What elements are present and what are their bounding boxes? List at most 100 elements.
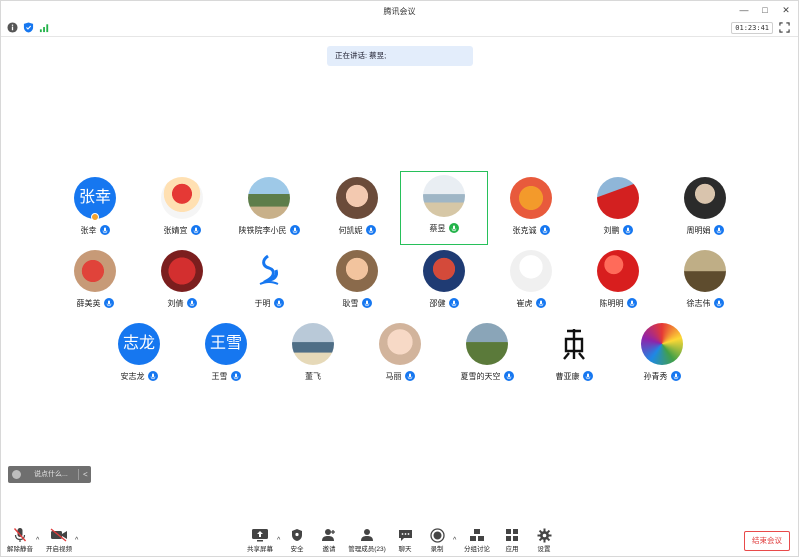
participant-tile[interactable]: 董飞 xyxy=(269,319,357,391)
participant-name: 刘倩 xyxy=(167,298,184,308)
participant-name: 陈明明 xyxy=(599,298,624,308)
title-bar: 腾讯会议 — □ ✕ xyxy=(1,1,798,19)
participant-tile[interactable]: 周明娟 xyxy=(661,173,749,245)
mic-icon xyxy=(713,225,724,235)
shield-icon[interactable] xyxy=(23,22,34,33)
record-icon xyxy=(429,527,445,543)
participant-tile[interactable]: 孙青秀 xyxy=(618,319,706,391)
participant-name-row: 刘鹏 xyxy=(574,223,662,237)
record-options-caret[interactable]: ^ xyxy=(453,537,456,544)
settings-button[interactable]: 设置 xyxy=(533,527,555,557)
balloons-photo xyxy=(641,323,683,365)
meeting-window: 腾讯会议 — □ ✕ 01:23:41 正在讲话: 蔡昱; 张幸 张幸 张婧宜 陕铁院… xyxy=(0,0,799,557)
horses-photo xyxy=(466,323,508,365)
participant-name-row: 董飞 xyxy=(269,369,357,383)
participant-name-row: 邵健 xyxy=(400,296,488,310)
bottom-toolbar: 解除静音 ^ 开启视频 ^ 共享屏幕 ^ 安全 邀请 管理成员(23) 聊天 录… xyxy=(1,525,798,557)
participant-name-row: 刘倩 xyxy=(138,296,226,310)
manage-members-button[interactable]: 管理成员(23) xyxy=(346,527,388,557)
participant-name: 崔虎 xyxy=(516,298,533,308)
invite-button[interactable]: 邀请 xyxy=(318,527,340,557)
mic-icon xyxy=(582,371,593,381)
participant-name-row: 安志龙 xyxy=(95,369,183,383)
participant-name: 孙青秀 xyxy=(643,371,668,381)
mic-speaking-icon xyxy=(448,223,459,233)
share-screen-icon xyxy=(252,529,268,542)
participant-name: 夏雪的天空 xyxy=(460,371,501,381)
participant-tile[interactable]: 邵健 xyxy=(400,246,488,318)
end-meeting-button[interactable]: 结束会议 xyxy=(744,531,790,551)
chat-collapse-button[interactable]: < xyxy=(83,466,88,483)
participant-tile[interactable]: 蔡昱 xyxy=(400,171,488,243)
sea-sunset-photo xyxy=(292,323,334,365)
participant-name-row: 夏雪的天空 xyxy=(443,369,531,383)
participant-tile[interactable]: 王雪 王雪 xyxy=(182,319,270,391)
mic-icon xyxy=(273,298,284,308)
participant-name-row: 徐志伟 xyxy=(661,296,749,310)
chat-button[interactable]: 聊天 xyxy=(394,527,416,557)
chat-label: 聊天 xyxy=(398,546,412,553)
manage-members-label: 管理成员(23) xyxy=(348,546,386,553)
participant-tile[interactable]: 薛美英 xyxy=(51,246,139,318)
participant-tile[interactable]: 于明 xyxy=(225,246,313,318)
audio-options-caret[interactable]: ^ xyxy=(36,537,39,544)
share-screen-button[interactable]: 共享屏幕 xyxy=(245,527,275,557)
participant-name: 张婧宜 xyxy=(163,225,188,235)
participant-tile[interactable]: 何凯妮 xyxy=(313,173,401,245)
plush-toy-photo xyxy=(74,250,116,292)
participant-name: 王雪 xyxy=(211,371,228,381)
participant-tile[interactable]: 刘鹏 xyxy=(574,173,662,245)
participant-tile[interactable]: 耿雪 xyxy=(313,246,401,318)
participant-tile[interactable]: 马丽 xyxy=(356,319,444,391)
close-button[interactable]: ✕ xyxy=(778,1,794,19)
avatar-initials: 王雪 xyxy=(205,323,247,365)
participant-name: 周明娟 xyxy=(686,225,711,235)
security-button[interactable]: 安全 xyxy=(287,527,307,557)
share-options-caret[interactable]: ^ xyxy=(277,537,280,544)
participant-tile[interactable]: 志龙 安志龙 xyxy=(95,319,183,391)
participant-name-row: 孙青秀 xyxy=(618,369,706,383)
participant-tile[interactable]: 张幸 张幸 xyxy=(51,173,139,245)
speaking-banner: 正在讲话: 蔡昱; xyxy=(327,46,473,66)
participant-name-row: 薛美英 xyxy=(51,296,139,310)
participant-tile[interactable]: 陕铁院李小民 xyxy=(225,173,313,245)
breakout-button[interactable]: 分组讨论 xyxy=(461,527,493,557)
maximize-button[interactable]: □ xyxy=(757,1,773,19)
minimize-button[interactable]: — xyxy=(736,1,752,19)
record-button[interactable]: 录制 xyxy=(426,527,448,557)
apps-button[interactable]: 应用 xyxy=(501,527,523,557)
chat-input[interactable]: 说点什么... < xyxy=(8,466,91,483)
participant-tile[interactable]: 曹亚康 xyxy=(530,319,618,391)
participant-name: 徐志伟 xyxy=(686,298,711,308)
participant-tile[interactable]: 张克诚 xyxy=(487,173,575,245)
participant-name-row: 于明 xyxy=(225,296,313,310)
video-options-caret[interactable]: ^ xyxy=(75,537,78,544)
chat-placeholder: 说点什么... xyxy=(34,471,68,478)
participant-tile[interactable]: 陈明明 xyxy=(574,246,662,318)
participant-tile[interactable]: 崔虎 xyxy=(487,246,575,318)
participant-name: 耿雪 xyxy=(342,298,359,308)
security-shield-icon xyxy=(292,529,302,541)
unmute-button[interactable]: 解除静音 xyxy=(6,527,34,557)
fullscreen-icon[interactable] xyxy=(779,22,790,33)
participant-tile[interactable]: 刘倩 xyxy=(138,246,226,318)
participant-name: 邵健 xyxy=(429,298,446,308)
participant-name-row: 张克诚 xyxy=(487,223,575,237)
invite-label: 邀请 xyxy=(322,546,336,553)
participant-name: 董飞 xyxy=(305,371,321,381)
share-screen-label: 共享屏幕 xyxy=(247,546,273,553)
participant-tile[interactable]: 徐志伟 xyxy=(661,246,749,318)
info-icon[interactable] xyxy=(7,22,18,33)
participant-tile[interactable]: 夏雪的天空 xyxy=(443,319,531,391)
participant-tile[interactable]: 张婧宜 xyxy=(138,173,226,245)
mic-icon xyxy=(535,298,546,308)
mic-icon xyxy=(361,298,372,308)
signal-icon[interactable] xyxy=(39,22,50,33)
members-icon xyxy=(361,529,373,541)
mic-icon xyxy=(289,225,300,235)
start-video-label: 开启视频 xyxy=(46,546,72,553)
participant-name: 薛美英 xyxy=(76,298,101,308)
start-video-button[interactable]: 开启视频 xyxy=(45,527,73,557)
emoji-icon[interactable] xyxy=(12,470,21,479)
participant-name-row: 陈明明 xyxy=(574,296,662,310)
